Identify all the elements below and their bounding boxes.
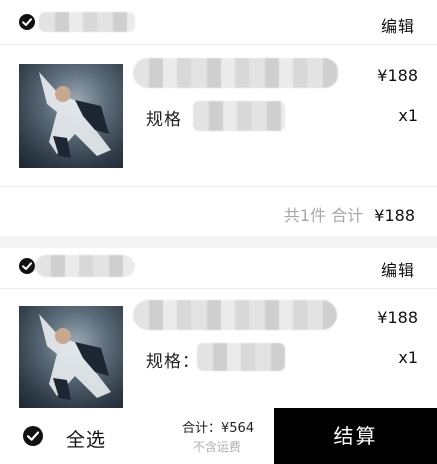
checkout-bar: 全选 合计：¥564 不含运费 结算 (0, 408, 437, 464)
product-thumbnail[interactable] (19, 64, 123, 168)
store-checkbox-icon[interactable] (19, 258, 35, 274)
spec-value-redacted (197, 343, 285, 371)
store-summary: 共1件 合计 ¥188 (284, 202, 415, 226)
section-gap (0, 236, 437, 248)
checkout-button[interactable]: 结算 (274, 408, 437, 464)
divider (0, 44, 437, 45)
edit-button[interactable]: 编辑 (381, 257, 415, 281)
spec-label: 规格 (146, 110, 182, 130)
store-header-2: 编辑 (0, 248, 437, 288)
store-total: ¥188 (374, 206, 415, 225)
item-quantity: x1 (398, 348, 418, 367)
item-price: ¥188 (377, 308, 418, 327)
item-quantity: x1 (398, 106, 418, 125)
divider (0, 288, 437, 289)
product-title-redacted (133, 58, 339, 88)
store-name-redacted (35, 255, 135, 277)
select-all-label[interactable]: 全选 (66, 425, 106, 452)
grand-total: 合计：¥564 (182, 421, 255, 436)
item-price: ¥188 (377, 66, 418, 85)
store-header-1: 编辑 (0, 0, 437, 40)
product-title-redacted (133, 300, 337, 330)
item-count: 共1件 (283, 206, 327, 225)
spec-value-redacted (193, 101, 285, 131)
spec-label: 规格： (146, 352, 200, 372)
store-name-redacted (39, 12, 135, 32)
edit-button[interactable]: 编辑 (381, 13, 415, 37)
store-checkbox-icon[interactable] (19, 14, 35, 30)
total-label: 合计 (331, 206, 364, 225)
divider (0, 186, 437, 187)
shipping-note: 不含运费 (193, 440, 242, 454)
select-all-checkbox-icon[interactable] (23, 426, 43, 446)
product-thumbnail[interactable] (19, 306, 123, 410)
